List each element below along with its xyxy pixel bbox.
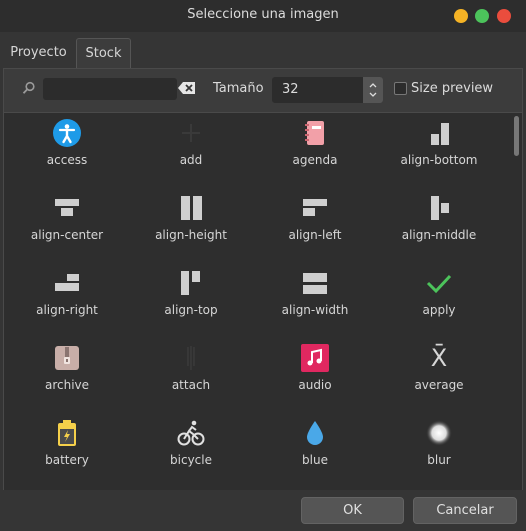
align-top-icon — [181, 271, 200, 295]
icon-label: bicycle — [170, 453, 212, 467]
bicycle-icon — [177, 420, 205, 446]
icon-label: access — [46, 153, 88, 167]
align-right-icon — [55, 274, 79, 291]
icon-label: align-height — [155, 228, 227, 242]
close-button[interactable] — [497, 9, 511, 23]
icon-item-align-top[interactable]: align-top — [129, 263, 253, 338]
size-label: Tamaño — [213, 81, 264, 96]
icon-label: add — [179, 153, 203, 167]
minimize-button[interactable] — [454, 9, 468, 23]
icon-label: blue — [302, 453, 328, 467]
icon-item-add[interactable]: add — [129, 113, 253, 188]
ok-button[interactable]: OK — [301, 497, 404, 524]
icon-label: align-middle — [401, 228, 477, 242]
icon-label: align-width — [281, 303, 349, 317]
icon-label: attach — [171, 378, 211, 392]
search-icon — [22, 81, 35, 94]
align-center-icon — [55, 199, 79, 216]
icon-label: apply — [422, 303, 456, 317]
icon-grid: access add agenda align-bottom align-cen… — [4, 112, 522, 490]
blue-icon — [307, 421, 323, 445]
agenda-icon — [305, 121, 324, 145]
icon-label: align-top — [164, 303, 218, 317]
icon-item-access[interactable]: access — [5, 113, 129, 188]
icon-item-agenda[interactable]: agenda — [253, 113, 377, 188]
align-height-icon — [181, 196, 202, 220]
add-icon — [182, 124, 200, 142]
icon-label: battery — [45, 453, 89, 467]
cancel-button[interactable]: Cancelar — [413, 497, 517, 524]
blur-icon — [426, 420, 452, 446]
icon-label: align-bottom — [400, 153, 478, 167]
size-preview-label[interactable]: Size preview — [411, 81, 493, 96]
icon-label: align-center — [30, 228, 104, 242]
icon-item-align-bottom[interactable]: align-bottom — [377, 113, 501, 188]
icon-label: blur — [427, 453, 451, 467]
dialog-window: Seleccione una imagen Proyecto Stock Tam… — [0, 0, 526, 531]
icon-item-align-height[interactable]: align-height — [129, 188, 253, 263]
size-value[interactable]: 32 — [282, 82, 299, 97]
align-left-icon — [303, 199, 327, 216]
tab-proyecto[interactable]: Proyecto — [4, 38, 73, 67]
title-bar: Seleccione una imagen — [0, 0, 526, 32]
apply-icon — [426, 274, 452, 294]
scrollbar-thumb[interactable] — [514, 116, 519, 156]
icon-label: agenda — [292, 153, 338, 167]
stock-panel: Tamaño 32 Size preview access add agenda… — [3, 68, 523, 490]
icon-item-blur[interactable]: blur — [377, 413, 501, 488]
tab-stock[interactable]: Stock — [76, 38, 131, 68]
access-icon — [53, 119, 81, 147]
size-preview-checkbox[interactable] — [394, 82, 407, 95]
icon-label: audio — [298, 378, 332, 392]
chevron-up-down-icon[interactable] — [363, 77, 383, 103]
icon-item-align-middle[interactable]: align-middle — [377, 188, 501, 263]
icon-item-audio[interactable]: audio — [253, 338, 377, 413]
clear-search-icon[interactable] — [178, 81, 196, 95]
search-input[interactable] — [43, 78, 177, 100]
icon-item-align-right[interactable]: align-right — [5, 263, 129, 338]
icon-item-battery[interactable]: battery — [5, 413, 129, 488]
icon-item-align-width[interactable]: align-width — [253, 263, 377, 338]
icon-item-align-center[interactable]: align-center — [5, 188, 129, 263]
icon-item-archive[interactable]: archive — [5, 338, 129, 413]
icon-item-bicycle[interactable]: bicycle — [129, 413, 253, 488]
vertical-scrollbar[interactable] — [513, 116, 519, 486]
maximize-button[interactable] — [475, 9, 489, 23]
battery-icon — [58, 420, 76, 446]
icon-item-average[interactable]: X̄ average — [377, 338, 501, 413]
icon-item-align-left[interactable]: align-left — [253, 188, 377, 263]
icon-label: align-left — [288, 228, 342, 242]
dialog-title: Seleccione una imagen — [187, 7, 339, 22]
align-middle-icon — [431, 196, 449, 220]
icon-label: align-right — [36, 303, 98, 317]
icon-label: archive — [44, 378, 90, 392]
size-spinner[interactable]: 32 — [272, 77, 383, 103]
audio-icon — [301, 344, 329, 372]
icon-item-blue[interactable]: blue — [253, 413, 377, 488]
icon-item-apply[interactable]: apply — [377, 263, 501, 338]
spinner-arrows[interactable] — [363, 77, 383, 103]
align-width-icon — [303, 273, 327, 294]
icon-label: average — [414, 378, 464, 392]
attach-icon — [187, 346, 195, 370]
align-bottom-icon — [431, 123, 449, 145]
average-icon: X̄ — [430, 344, 448, 372]
archive-icon — [55, 346, 79, 370]
icon-item-attach[interactable]: attach — [129, 338, 253, 413]
